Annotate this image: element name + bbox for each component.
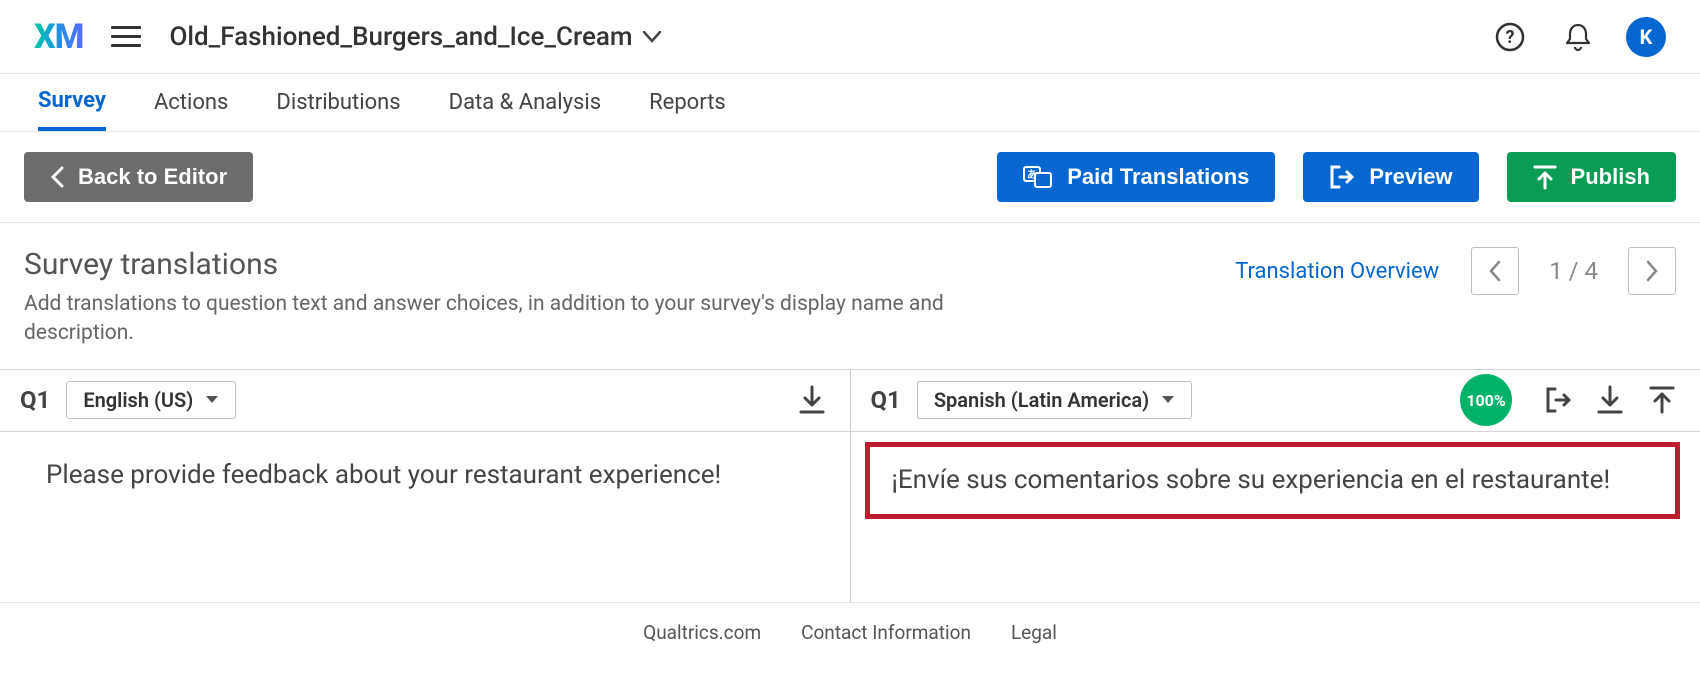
logo: XM bbox=[34, 17, 83, 57]
source-question-text: Please provide feedback about your resta… bbox=[0, 432, 850, 517]
nav-tabs: Survey Actions Distributions Data & Anal… bbox=[0, 74, 1700, 132]
notifications-button[interactable] bbox=[1558, 17, 1598, 57]
download-source-button[interactable] bbox=[794, 382, 830, 418]
project-name-label: Old_Fashioned_Burgers_and_Ice_Cream bbox=[169, 22, 632, 52]
paid-translations-button[interactable]: あ Paid Translations bbox=[997, 152, 1275, 202]
tab-actions[interactable]: Actions bbox=[154, 74, 228, 131]
source-column-header: Q1 English (US) bbox=[0, 370, 850, 432]
translation-area: Q1 English (US) Please provide feedback … bbox=[0, 370, 1700, 602]
export-icon bbox=[1544, 386, 1572, 414]
upload-translation-button[interactable] bbox=[1644, 382, 1680, 418]
toolbar: Back to Editor あ Paid Translations Previ… bbox=[0, 132, 1700, 223]
caret-down-icon bbox=[205, 395, 219, 405]
publish-button[interactable]: Publish bbox=[1507, 152, 1676, 202]
caret-down-icon bbox=[1161, 395, 1175, 405]
help-icon: ? bbox=[1495, 22, 1525, 52]
target-question-text[interactable]: ¡Envíe sus comentarios sobre su experien… bbox=[865, 442, 1681, 519]
target-language-label: Spanish (Latin America) bbox=[934, 388, 1149, 412]
svg-text:あ: あ bbox=[1027, 168, 1037, 181]
translate-icon: あ bbox=[1023, 166, 1053, 188]
tab-data-analysis[interactable]: Data & Analysis bbox=[449, 74, 601, 131]
preview-label: Preview bbox=[1369, 164, 1452, 190]
bell-icon bbox=[1564, 22, 1592, 52]
avatar-initial: K bbox=[1640, 25, 1653, 49]
translation-overview-link[interactable]: Translation Overview bbox=[1235, 259, 1439, 284]
source-language-label: English (US) bbox=[83, 388, 193, 412]
chevron-down-icon bbox=[643, 31, 661, 43]
chevron-left-icon bbox=[1488, 260, 1502, 282]
publish-icon bbox=[1533, 164, 1557, 190]
chevron-right-icon bbox=[1645, 260, 1659, 282]
preview-icon bbox=[1329, 164, 1355, 190]
target-language-select[interactable]: Spanish (Latin America) bbox=[917, 381, 1192, 419]
pager-next-button[interactable] bbox=[1628, 247, 1676, 295]
tab-survey[interactable]: Survey bbox=[38, 74, 106, 131]
avatar[interactable]: K bbox=[1626, 17, 1666, 57]
footer-link-contact[interactable]: Contact Information bbox=[801, 621, 971, 644]
tab-reports[interactable]: Reports bbox=[649, 74, 726, 131]
download-icon bbox=[799, 385, 825, 415]
chevron-left-icon bbox=[50, 166, 64, 188]
source-question-id: Q1 bbox=[20, 386, 50, 414]
upload-icon bbox=[1649, 385, 1675, 415]
completion-badge[interactable]: 100% bbox=[1460, 374, 1512, 426]
completion-value: 100% bbox=[1466, 391, 1505, 410]
footer-link-qualtrics[interactable]: Qualtrics.com bbox=[643, 621, 761, 644]
project-dropdown[interactable]: Old_Fashioned_Burgers_and_Ice_Cream bbox=[169, 22, 660, 52]
tab-distributions[interactable]: Distributions bbox=[276, 74, 400, 131]
publish-label: Publish bbox=[1571, 164, 1650, 190]
download-translation-button[interactable] bbox=[1592, 382, 1628, 418]
source-language-select[interactable]: English (US) bbox=[66, 381, 236, 419]
back-to-editor-label: Back to Editor bbox=[78, 164, 227, 190]
svg-text:?: ? bbox=[1506, 27, 1515, 48]
section-header: Survey translations Add translations to … bbox=[0, 223, 1700, 370]
paid-translations-label: Paid Translations bbox=[1067, 164, 1249, 190]
target-question-id: Q1 bbox=[871, 386, 901, 414]
footer-link-legal[interactable]: Legal bbox=[1011, 621, 1057, 644]
download-icon bbox=[1597, 385, 1623, 415]
section-title: Survey translations bbox=[24, 247, 1024, 282]
pager-prev-button[interactable] bbox=[1471, 247, 1519, 295]
export-translation-button[interactable] bbox=[1540, 382, 1576, 418]
footer: Qualtrics.com Contact Information Legal bbox=[0, 602, 1700, 662]
section-description: Add translations to question text and an… bbox=[24, 290, 1024, 349]
target-column-header: Q1 Spanish (Latin America) 100% bbox=[851, 370, 1700, 432]
pager-indicator: 1 / 4 bbox=[1549, 257, 1598, 285]
menu-icon[interactable] bbox=[111, 23, 141, 51]
pager: 1 / 4 bbox=[1471, 247, 1676, 295]
back-to-editor-button[interactable]: Back to Editor bbox=[24, 152, 253, 202]
target-column: Q1 Spanish (Latin America) 100% bbox=[851, 370, 1700, 602]
preview-button[interactable]: Preview bbox=[1303, 152, 1478, 202]
help-button[interactable]: ? bbox=[1490, 17, 1530, 57]
source-column: Q1 English (US) Please provide feedback … bbox=[0, 370, 851, 602]
topbar: XM Old_Fashioned_Burgers_and_Ice_Cream ?… bbox=[0, 0, 1700, 74]
